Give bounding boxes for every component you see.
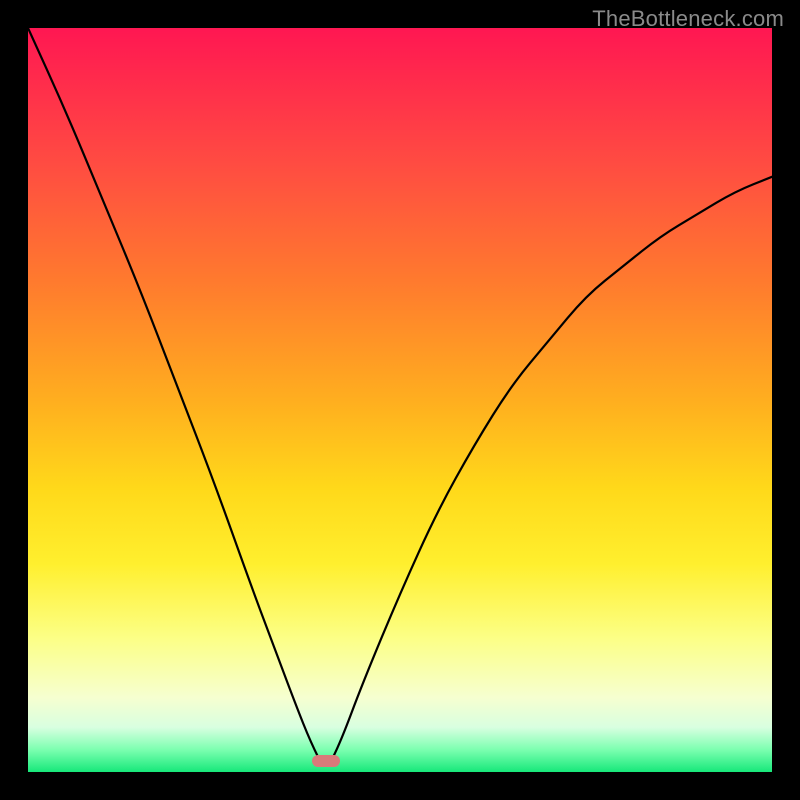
curve-path [28, 28, 772, 765]
plot-area [28, 28, 772, 772]
min-marker [312, 755, 340, 767]
bottleneck-curve [28, 28, 772, 772]
chart-frame: TheBottleneck.com [0, 0, 800, 800]
